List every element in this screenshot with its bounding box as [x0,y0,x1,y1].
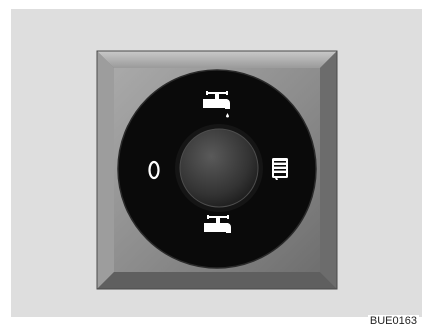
selector-knob[interactable] [175,124,263,212]
switch-illustration [96,50,338,290]
figure-reference-code: BUE0163 [367,315,419,327]
faucet-icon [204,215,231,233]
heater-tank-icon [272,158,288,180]
